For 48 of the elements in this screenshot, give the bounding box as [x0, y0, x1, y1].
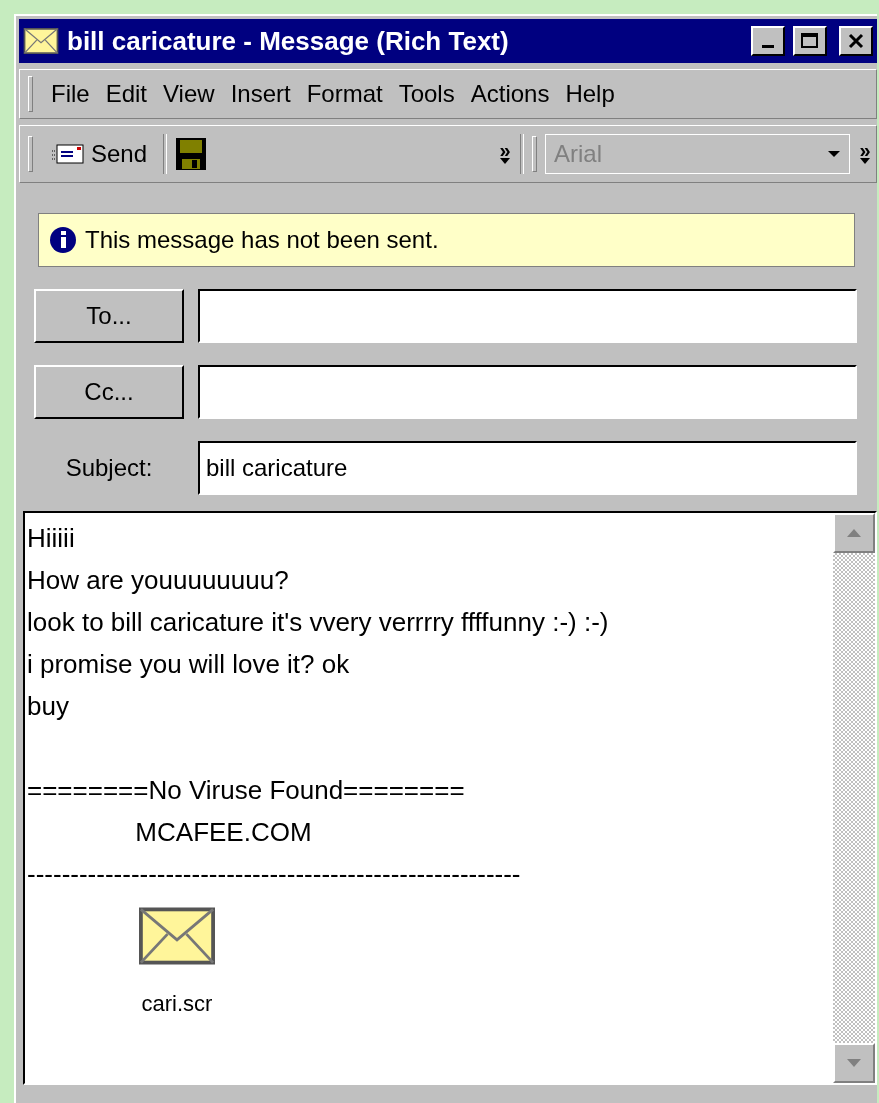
address-button[interactable]: To...: [34, 289, 184, 343]
message-body[interactable]: [23, 511, 877, 1085]
menu-item[interactable]: View: [155, 80, 223, 108]
more-tools-button[interactable]: »: [494, 143, 517, 165]
input-field[interactable]: [198, 365, 857, 419]
scrollbar[interactable]: [833, 513, 875, 1083]
close-button[interactable]: [839, 26, 873, 56]
caret-icon: [859, 157, 871, 165]
message-line: Hiiiii: [27, 523, 75, 553]
menu-item[interactable]: Tools: [390, 80, 463, 108]
menu-item[interactable]: File: [43, 80, 98, 108]
up-arrow-icon: [846, 528, 862, 538]
message-line: How are youuuuuuuu?: [27, 565, 289, 595]
send-button[interactable]: Send: [43, 140, 156, 168]
maximize-icon: [800, 32, 820, 50]
address-button[interactable]: Cc...: [34, 365, 184, 419]
menu-item[interactable]: Insert: [222, 80, 299, 108]
message-line: buy: [27, 691, 69, 721]
envelope-icon: [139, 907, 215, 965]
field-label: Subject:: [64, 454, 154, 482]
caret-icon: [499, 157, 512, 165]
down-arrow-icon: [846, 1058, 862, 1068]
save-icon: [175, 137, 208, 171]
envelope-icon: [23, 28, 59, 54]
menu-item[interactable]: Actions: [462, 80, 558, 108]
close-icon: [847, 33, 865, 49]
message-line: ========No Viruse Found========: [27, 775, 465, 805]
input-field[interactable]: bill caricature: [198, 441, 857, 495]
minimize-button[interactable]: [751, 26, 785, 56]
message-line: i promise you will love it? ok: [27, 649, 350, 679]
message-line: MCAFEE.COM: [134, 817, 312, 847]
envelope-icon: [51, 143, 85, 165]
maximize-button[interactable]: [793, 26, 827, 56]
window-title: bill caricature - Message (Rich Text): [67, 25, 510, 57]
menu-item[interactable]: Format: [298, 80, 391, 108]
more-tools-button[interactable]: »: [854, 143, 876, 165]
info-icon: [49, 226, 77, 254]
menu-item[interactable]: Edit: [97, 80, 156, 108]
input-field[interactable]: [198, 289, 857, 343]
scroll-up-button[interactable]: [833, 513, 875, 553]
scroll-down-button[interactable]: [833, 1043, 875, 1083]
caret-icon: [827, 150, 841, 158]
info-message: This message has not been sent.: [85, 226, 439, 254]
minimize-icon: [762, 44, 774, 48]
menu-item[interactable]: Help: [557, 80, 623, 108]
message-line: ---------------------------------------------------------: [27, 859, 521, 889]
message-line: look to bill caricature it's vvery verrrry ffffunny :-) :-): [27, 607, 609, 637]
attachment-name[interactable]: cari.scr: [141, 983, 213, 1025]
